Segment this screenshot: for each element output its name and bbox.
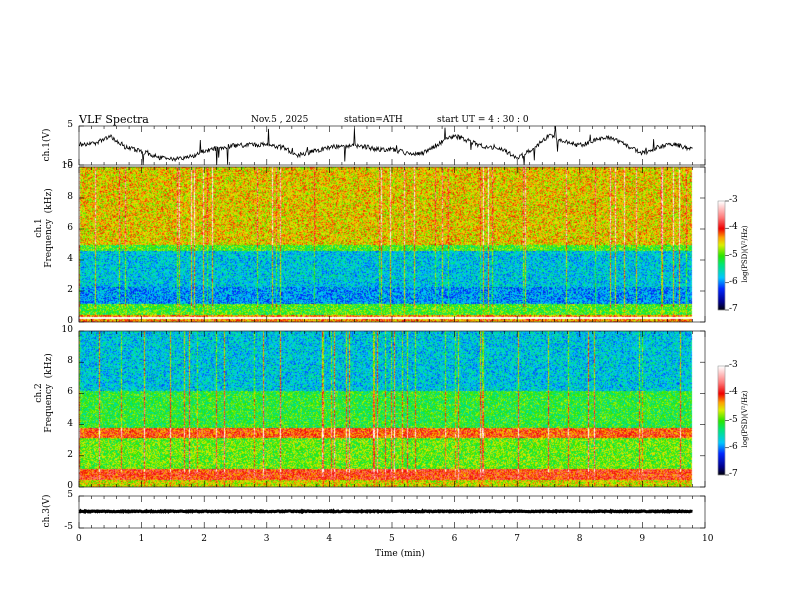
panel-frame	[78, 166, 706, 323]
ch1-voltage-ylabel: ch.1(V)	[42, 128, 52, 162]
y-tick-label: 6	[67, 387, 73, 398]
colorbar-frame	[717, 200, 726, 311]
colorbar-tick-label: -5	[729, 249, 738, 260]
y-tick-label: 2	[67, 449, 73, 460]
ch2-frequency-ylabel: ch.2 Frequency (kHz)	[34, 353, 54, 433]
x-tick-label: 0	[76, 534, 82, 544]
y-tick-label: 6	[67, 223, 73, 233]
colorbar-tick-label: -3	[729, 360, 738, 370]
x-tick-label: 5	[389, 534, 395, 544]
panel-frame	[78, 330, 706, 488]
y-tick-label: 5	[67, 120, 73, 130]
y-tick-label: 4	[67, 254, 73, 264]
ch3-voltage-line	[78, 508, 693, 515]
x-tick-label: 7	[514, 534, 520, 544]
date-label: Nov.5 , 2025	[251, 115, 309, 125]
station-label: station=ATH	[344, 115, 403, 125]
colorbar-tick-label: -7	[729, 304, 738, 314]
y-tick-label: 8	[67, 192, 73, 202]
x-tick-label: 2	[201, 534, 207, 544]
colorbar-tick-label: -6	[729, 276, 738, 287]
start-ut-label: start UT = 4 : 30 : 0	[437, 115, 529, 125]
colorbar-tick-label: -4	[729, 222, 738, 233]
x-tick-label: 4	[326, 534, 333, 544]
axes-svg	[78, 125, 729, 529]
colorbar-tick-label: -5	[729, 414, 738, 425]
y-tick-label: 5	[67, 490, 73, 500]
colorbar-tick-label: -4	[729, 387, 738, 398]
colorbar-tick-label: -6	[729, 441, 738, 452]
ch1-colorbar-label: log(PSD)(V²/Hz)	[741, 225, 749, 283]
colorbar-frame	[717, 365, 726, 476]
ch1-voltage-line	[78, 125, 693, 166]
x-tick-label: 8	[576, 534, 583, 544]
time-xlabel: Time (min)	[375, 549, 425, 559]
vlf-spectra-figure: VLF Spectra Nov.5 , 2025 station=ATH sta…	[0, 0, 792, 612]
y-tick-label: 10	[61, 161, 73, 171]
y-tick-label: -5	[64, 522, 73, 532]
y-tick-label: 10	[61, 325, 73, 335]
x-tick-label: 3	[263, 534, 270, 544]
y-tick-label: 8	[67, 356, 73, 367]
ch3-voltage-ylabel: ch.3(V)	[42, 494, 52, 528]
y-tick-label: 4	[67, 418, 73, 429]
x-tick-label: 6	[451, 534, 458, 544]
colorbar-tick-label: -7	[729, 469, 738, 479]
figure-title: VLF Spectra	[79, 113, 149, 126]
ch1-frequency-ylabel: ch.1 Frequency (kHz)	[34, 188, 54, 268]
x-tick-label: 10	[702, 534, 714, 544]
y-tick-label: 2	[67, 285, 73, 295]
ch2-colorbar-label: log(PSD)(V²/Hz)	[741, 390, 749, 448]
colorbar-tick-label: -3	[729, 195, 738, 205]
x-tick-label: 1	[138, 534, 145, 544]
x-tick-label: 9	[639, 534, 646, 544]
